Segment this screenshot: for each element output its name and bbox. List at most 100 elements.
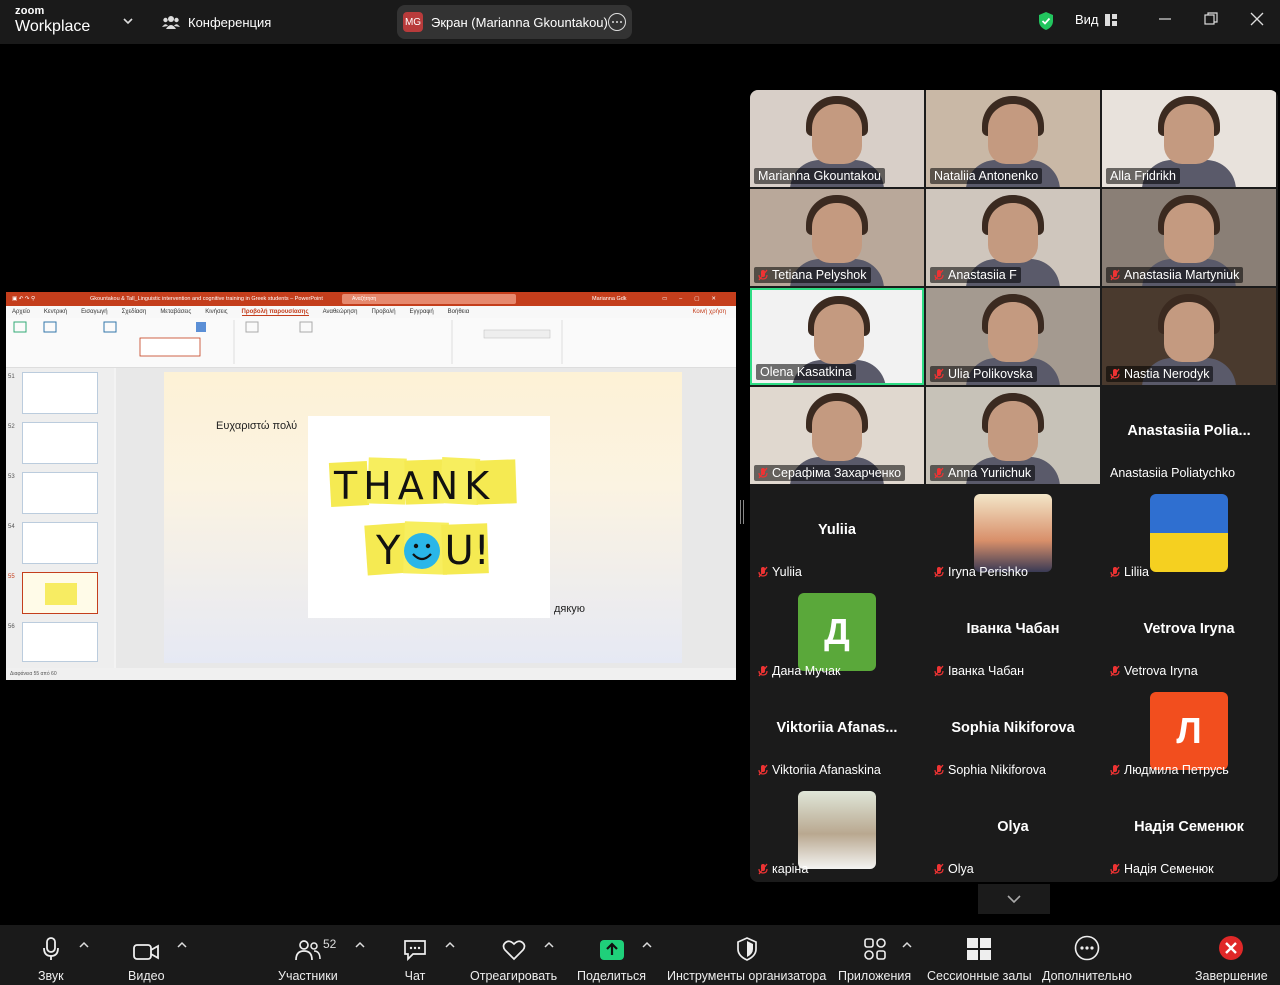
participant-name-label: Sophia Nikiforova <box>930 762 1050 778</box>
ppt-menu-item[interactable]: Σχεδίαση <box>122 309 147 315</box>
gallery-next-page[interactable] <box>978 884 1050 914</box>
participant-display-name: Yuliia <box>818 522 856 538</box>
participant-name-label: Olya <box>930 861 978 877</box>
participant-tile[interactable]: Надія Семенюк Надія Семенюк <box>1102 783 1276 880</box>
chat-button[interactable]: Чат <box>403 933 427 983</box>
participant-name: Nataliia Antonenko <box>934 169 1039 183</box>
ppt-menu-item[interactable]: Κεντρική <box>44 309 67 315</box>
participant-tile[interactable]: Серафіма Захарченко <box>750 387 924 484</box>
host-tools-button[interactable]: Инструменты организатора <box>667 933 826 983</box>
participant-tile[interactable]: Л Людмила Петрусь <box>1102 684 1276 781</box>
split-handle[interactable] <box>740 500 744 524</box>
ppt-menu-item[interactable]: Μεταβάσεις <box>160 309 191 315</box>
slide-thumbnail[interactable] <box>22 372 98 414</box>
participant-tile[interactable]: Ulia Polikovska <box>926 288 1100 385</box>
participant-tile[interactable]: Marianna Gkountakou <box>750 90 924 187</box>
participant-tile[interactable]: Nataliia Antonenko <box>926 90 1100 187</box>
slide-thumbnail[interactable] <box>22 522 98 564</box>
participant-tile[interactable]: Іванка Чабан Іванка Чабан <box>926 585 1100 682</box>
breakout-rooms-icon <box>967 938 992 960</box>
react-options-caret[interactable] <box>544 941 554 949</box>
audio-options-caret[interactable] <box>79 941 89 949</box>
participant-name-label: Olena Kasatkina <box>756 364 856 380</box>
muted-mic-icon <box>758 764 768 776</box>
more-options-icon[interactable] <box>608 13 626 31</box>
screen-share-pill[interactable]: MG Экран (Marianna Gkountakou) <box>397 5 632 39</box>
video-options-caret[interactable] <box>177 941 187 949</box>
slide-thumbnail[interactable] <box>22 622 98 662</box>
participant-name-label: каріна <box>754 861 812 877</box>
breakout-rooms-button[interactable]: Сессионные залы <box>927 933 1032 983</box>
participant-tile[interactable]: Anna Yuriichuk <box>926 387 1100 484</box>
share-options-caret[interactable] <box>642 941 652 949</box>
ppt-menu-item[interactable]: Αρχείο <box>12 309 30 315</box>
slide-number: 51 <box>8 374 15 380</box>
slide-number: 54 <box>8 524 15 530</box>
participant-tile[interactable]: Vetrova Iryna Vetrova Iryna <box>1102 585 1276 682</box>
participants-gallery: Marianna Gkountakou Nataliia Antonenko All… <box>750 90 1278 882</box>
participant-name: каріна <box>772 862 809 876</box>
participant-tile[interactable]: Olya Olya <box>926 783 1100 880</box>
chat-options-caret[interactable] <box>445 941 455 949</box>
participant-tile[interactable]: каріна <box>750 783 924 880</box>
ppt-menu-item[interactable]: Κινήσεις <box>205 309 227 315</box>
slide-text-ukrainian: дякую <box>554 603 586 615</box>
participant-tile[interactable]: Anastasiia Polia... Anastasiia Poliatychk… <box>1102 387 1276 484</box>
more-button[interactable]: Дополнительно <box>1042 933 1132 983</box>
participants-options-caret[interactable] <box>355 941 365 949</box>
ppt-menu-item-active[interactable]: Προβολή παρουσίασης <box>241 309 309 316</box>
ppt-menu-bar: Αρχείο Κεντρική Εισαγωγή Σχεδίαση Μεταβά… <box>6 306 736 318</box>
participant-tile[interactable]: Anastasiia F <box>926 189 1100 286</box>
slide-thumbnail[interactable] <box>22 422 98 464</box>
muted-mic-icon <box>934 467 944 479</box>
slide-thumbnail-active[interactable] <box>22 572 98 614</box>
ppt-menu-item[interactable]: Προβολή <box>371 309 395 315</box>
share-label: Экран (Marianna Gkountakou) <box>431 14 608 30</box>
ppt-menu-item[interactable]: Εισαγωγή <box>81 309 108 315</box>
slide-thumbnail-panel[interactable]: 51 52 53 54 55 56 <box>6 368 114 668</box>
view-button[interactable]: Вид <box>1075 12 1117 27</box>
audio-button[interactable]: Звук <box>38 933 64 983</box>
ppt-menu-item[interactable]: Αναθεώρηση <box>323 309 358 315</box>
participant-tile[interactable]: Alla Fridrikh <box>1102 90 1276 187</box>
close-icon[interactable] <box>1250 12 1264 26</box>
slide-thumbnail[interactable] <box>22 472 98 514</box>
participant-name-label: Anna Yuriichuk <box>930 465 1036 481</box>
more-label: Дополнительно <box>1042 969 1132 983</box>
participant-tile[interactable]: Д Дана Мучак <box>750 585 924 682</box>
end-meeting-button[interactable]: Завершение <box>1195 933 1268 983</box>
chevron-down-icon[interactable] <box>122 15 134 27</box>
restore-icon[interactable] <box>1204 12 1218 26</box>
apps-options-caret[interactable] <box>902 941 912 949</box>
participant-tile[interactable]: Nastia Nerodyk <box>1102 288 1276 385</box>
ppt-search[interactable]: Αναζήτηση <box>342 294 516 304</box>
ppt-menu-item[interactable]: Εγγραφή <box>410 309 434 315</box>
participant-silhouette <box>812 104 862 164</box>
share-arrow-icon <box>599 940 624 960</box>
participant-tile[interactable]: Iryna Perishko <box>926 486 1100 583</box>
ppt-window-controls[interactable]: ▭–▢✕ <box>662 296 728 302</box>
participant-tile[interactable]: Liliia <box>1102 486 1276 583</box>
conference-button[interactable]: Конференция <box>162 14 271 30</box>
participant-tile[interactable]: Yuliia Yuliia <box>750 486 924 583</box>
security-shield-icon[interactable] <box>1037 11 1055 31</box>
share-screen-button[interactable]: Поделиться <box>577 933 646 983</box>
sticky-notes-graphic <box>328 457 517 576</box>
video-button[interactable]: Видео <box>128 933 165 983</box>
participant-silhouette <box>812 401 862 461</box>
ribbon-icons <box>13 320 563 364</box>
participant-tile[interactable]: Sophia Nikiforova Sophia Nikiforova <box>926 684 1100 781</box>
participant-tile[interactable]: Anastasiia Martyniuk <box>1102 189 1276 286</box>
participant-name: Anastasiia Martyniuk <box>1124 268 1240 282</box>
participant-tile[interactable]: Viktoriia Afanas... Viktoriia Afanaskina <box>750 684 924 781</box>
slide-canvas[interactable]: Ευχαριστώ πολύ THANK Y U! дякую <box>116 368 736 668</box>
ppt-menu-item[interactable]: Βοήθεια <box>448 309 470 315</box>
shared-screen[interactable]: ▣ ↶ ↷ ⚲ Gkountakou & Tall_Linguistic int… <box>6 292 736 680</box>
minimize-icon[interactable] <box>1158 12 1172 26</box>
ppt-share-button[interactable]: Κοινή χρήση <box>692 309 726 315</box>
participant-tile[interactable]: Tetiana Pelyshok <box>750 189 924 286</box>
apps-button[interactable]: Приложения <box>838 933 911 983</box>
slide-number: 52 <box>8 424 15 430</box>
participant-name: Iryna Perishko <box>948 565 1028 579</box>
participant-tile[interactable]: Olena Kasatkina <box>750 288 924 385</box>
